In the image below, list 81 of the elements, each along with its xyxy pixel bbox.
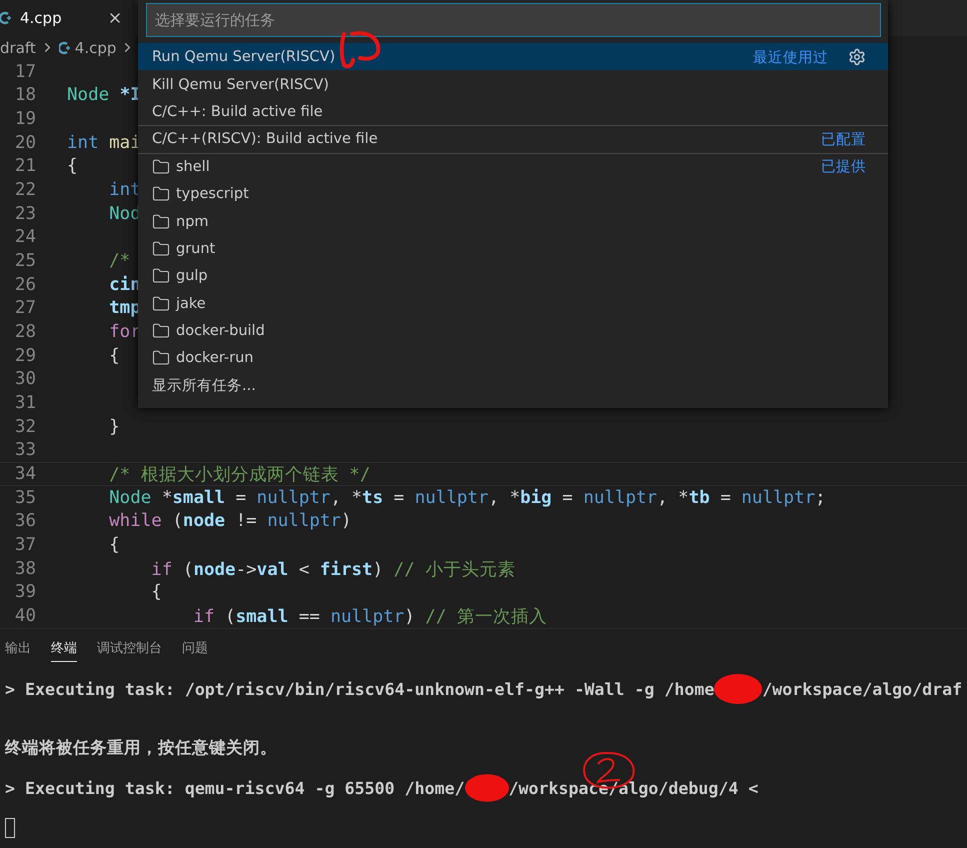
code-line: /* 根据大小划分成两个链表 */ [108,464,370,486]
folder-icon [152,349,170,368]
line-number: 26 [14,274,36,295]
terminal-text: > Executing task: qemu-riscv64 -g 65500 /home/ [5,778,465,798]
line-number: 19 [14,109,36,130]
line-number: 39 [14,582,36,602]
code-line: int [108,180,141,200]
line-number: 17 [14,62,36,82]
folder-icon [152,185,170,204]
code-line: { [67,156,78,176]
task-item[interactable]: C/C++(RISCV): Build active file 已配置 [138,125,888,153]
code-line: { [150,582,162,602]
settings-icon[interactable] [848,48,866,66]
task-item[interactable]: grunt [138,234,888,262]
task-item[interactable]: shell 已提供 [138,152,888,180]
code-line: if (small == nullptr) // 第一次插入 [192,606,547,628]
task-item[interactable]: C/C++: Build active file [138,98,888,126]
folder-icon [152,322,170,340]
line-number: 33 [14,440,36,460]
cpp-file-icon [58,40,71,55]
terminal-text: 终端将被任务重用，按任意键关闭。 [5,737,277,759]
terminal-text: /workspace/algo/draf [762,680,962,698]
task-item[interactable]: typescript [138,180,888,208]
line-number: 30 [14,369,36,390]
code-line: { [108,534,120,555]
line-number: 38 [14,558,36,579]
code-line: /* [108,251,130,272]
line-number: 40 [14,606,36,626]
code-line: while (node != nullptr) [108,511,352,532]
line-number: 21 [14,156,36,176]
line-number: 36 [14,511,36,532]
task-item[interactable]: Kill Qemu Server(RISCV) [138,70,888,98]
task-item[interactable]: Run Qemu Server(RISCV) 最近使用过 [138,43,888,70]
line-number: 27 [14,298,36,318]
breadcrumb-file[interactable]: 4.cpp [74,38,116,57]
folder-icon [152,158,170,176]
redaction-mark [464,772,509,804]
code-line: int mai [67,132,141,153]
line-number: 24 [14,227,36,248]
search-field[interactable]: 选择要运行的任务 [146,3,881,37]
line-number: 18 [14,85,36,106]
redaction-mark [714,673,762,705]
group-label: 已提供 [821,158,866,176]
line-number: 34 [14,464,36,484]
task-item[interactable]: docker-build [138,316,888,344]
terminal-cursor [5,818,15,838]
breadcrumb-folder[interactable]: draft [0,38,36,57]
line-number: 35 [14,488,36,508]
folder-icon [152,212,170,231]
task-item[interactable]: gulp [138,262,888,290]
cpp-file-icon [0,10,12,25]
panel-tab[interactable]: 调试控制台 [97,635,162,662]
code-line: for [108,322,141,342]
line-number: 23 [14,204,36,224]
code-line: if (node->val < first) // 小于头元素 [150,558,516,581]
code-line: { [108,346,120,366]
code-line: Node *small = nullptr, *ts = nullptr, *big = nullptr, *tb = nullptr; [108,488,826,508]
editor-tab[interactable]: 4.cpp [0,0,135,36]
line-number: 32 [14,416,36,437]
line-number: 22 [14,180,36,200]
folder-icon [152,240,170,258]
line-number: 20 [14,132,36,153]
panel-tab[interactable]: 输出 [5,635,31,662]
panel-tab[interactable]: 问题 [182,635,208,662]
folder-icon [152,267,170,286]
terminal-text: > Executing task: /opt/riscv/bin/riscv64-unknown-elf-g++ -Wall -g /home [5,680,714,698]
task-item[interactable]: jake [138,290,888,317]
task-item[interactable]: docker-run [138,344,888,372]
group-label: 最近使用过 [753,48,828,67]
panel-tab[interactable]: 终端 [51,635,77,662]
line-number: 31 [14,392,36,413]
task-item[interactable]: 显示所有任务... [138,372,888,400]
code-line: } [108,416,120,437]
line-number: 25 [14,251,36,272]
line-number: 37 [14,534,36,555]
terminal-text: /workspace/algo/debug/4 < [508,778,758,798]
task-item[interactable]: npm [138,207,888,235]
folder-icon [152,294,170,313]
group-label: 已配置 [821,130,866,149]
line-number: 28 [14,322,36,342]
line-number: 29 [14,346,36,366]
